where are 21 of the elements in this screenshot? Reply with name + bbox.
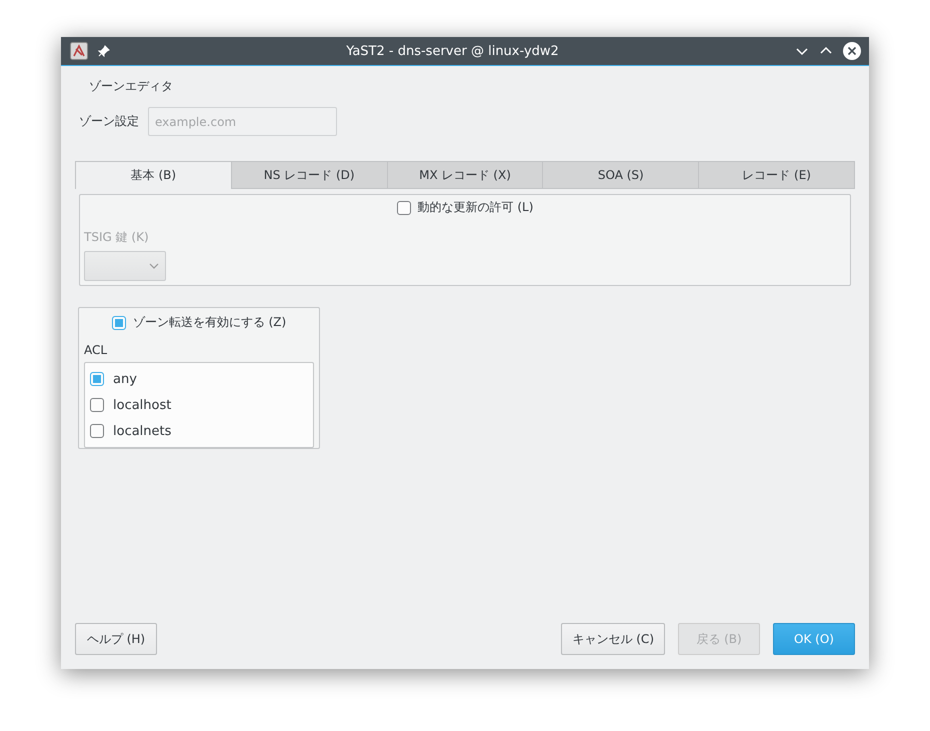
acl-checkbox[interactable]: localnets xyxy=(90,418,308,444)
tab[interactable]: 基本 (B) xyxy=(75,161,232,189)
acl-checkbox[interactable]: any xyxy=(90,366,308,392)
app-icon xyxy=(70,42,88,60)
chevron-down-icon xyxy=(149,263,159,269)
close-icon[interactable] xyxy=(843,42,861,60)
tab[interactable]: レコード (E) xyxy=(699,161,855,189)
zone-label: ゾーン設定 xyxy=(79,113,139,130)
tsig-label: TSIG 鍵 (K) xyxy=(84,229,149,246)
zone-transfer-checkbox[interactable]: ゾーン転送を有効にする (Z) xyxy=(112,314,286,331)
acl-label: ACL xyxy=(84,343,108,357)
tab[interactable]: MX レコード (X) xyxy=(388,161,544,189)
dialog-button[interactable]: ヘルプ (H) xyxy=(75,623,157,655)
window-title: YaST2 - dns-server @ linux-ydw2 xyxy=(345,44,560,58)
pin-icon[interactable] xyxy=(98,45,110,57)
dialog-button[interactable]: キャンセル (C) xyxy=(561,623,665,655)
tab[interactable]: NS レコード (D) xyxy=(232,161,388,189)
dialog-heading: ゾーンエディタ xyxy=(89,78,174,95)
dynamic-update-checkbox[interactable]: 動的な更新の許可 (L) xyxy=(396,199,534,216)
tab[interactable]: SOA (S) xyxy=(543,161,700,189)
acl-checkbox[interactable]: localhost xyxy=(90,392,308,418)
